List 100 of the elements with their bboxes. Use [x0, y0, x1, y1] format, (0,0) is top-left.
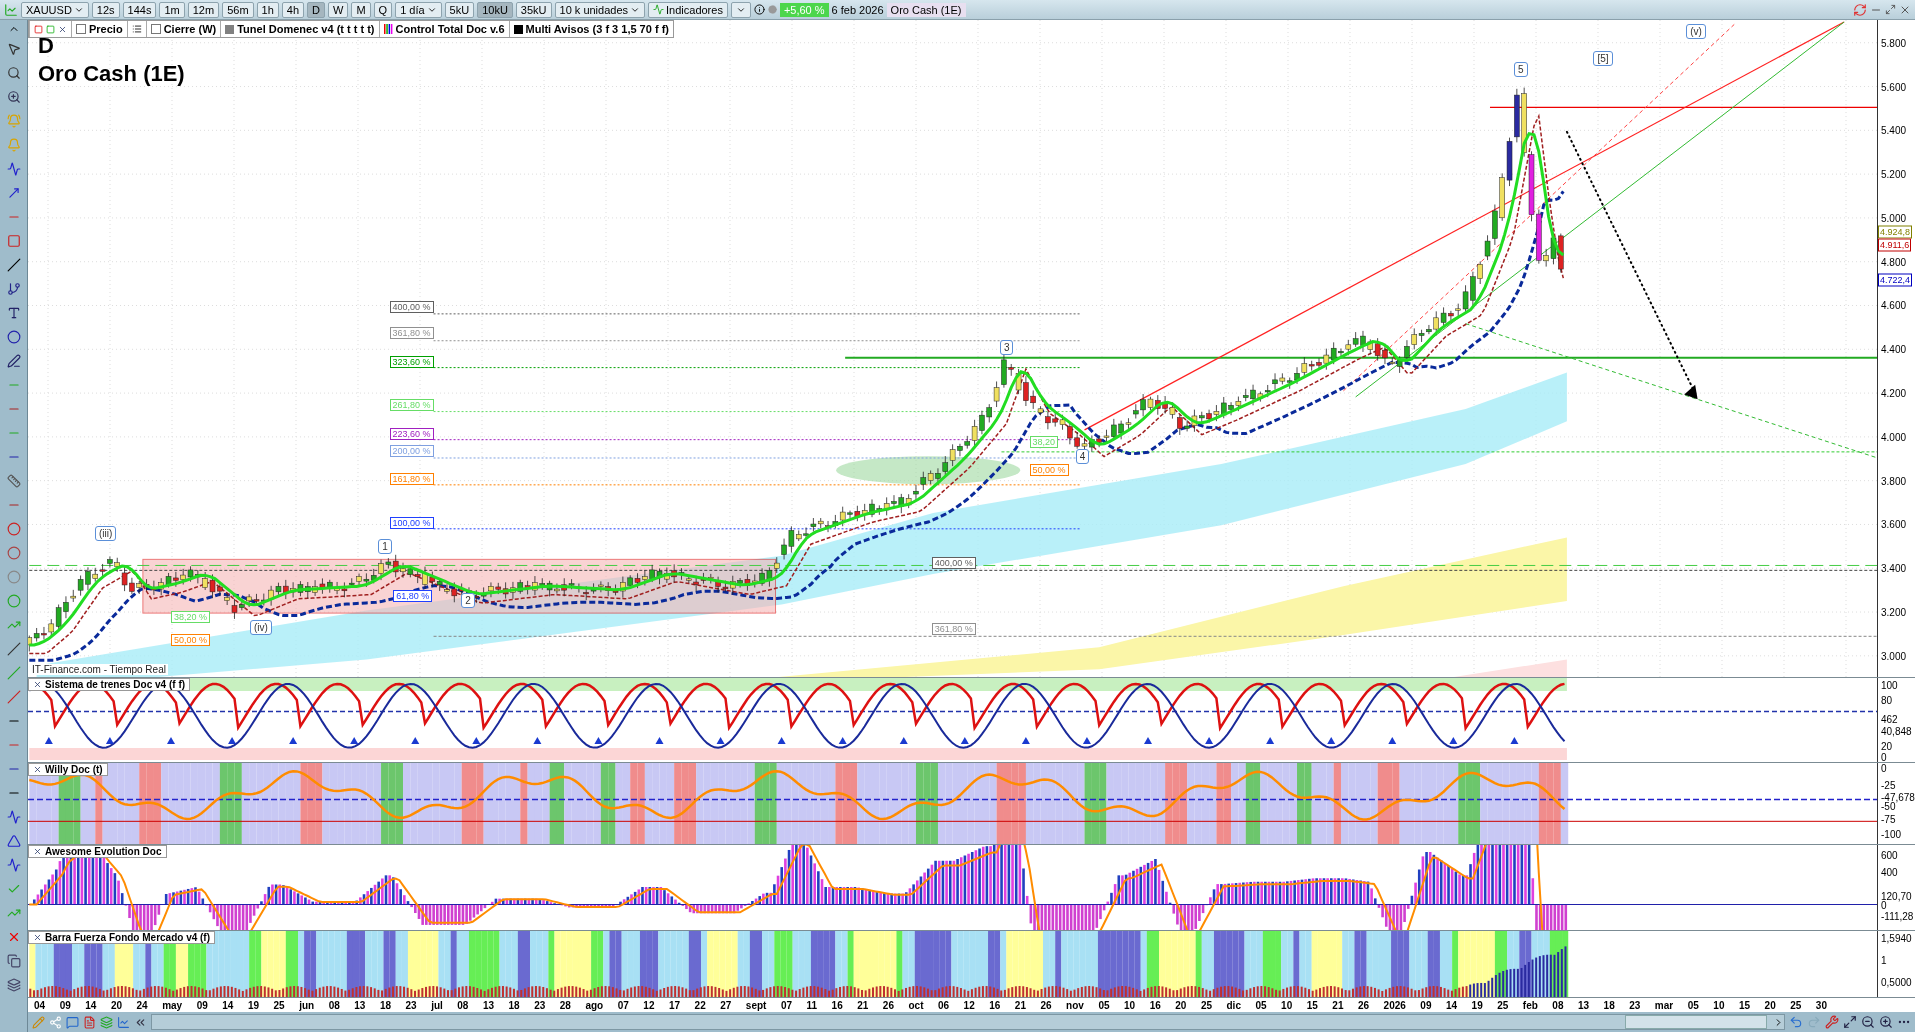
zoom-fit-icon[interactable] — [1843, 1015, 1857, 1029]
indicator-label[interactable]: Control Total Doc v.6 — [378, 21, 509, 37]
timeframe-button[interactable]: 12m — [187, 1, 220, 18]
instrument-label: Oro Cash (1E) — [886, 2, 966, 17]
timeframe-button[interactable]: W — [328, 1, 349, 18]
price-tag: 4.911,6 — [1878, 238, 1912, 252]
time-label: 13 — [482, 999, 495, 1011]
close-icon[interactable] — [58, 24, 67, 34]
chart-icon[interactable] — [4, 2, 18, 17]
close-icon[interactable] — [33, 847, 42, 856]
fibonacci-label: 61,80 % — [393, 590, 433, 602]
timeframe-button[interactable]: M — [351, 1, 371, 18]
fibonacci-label: 361,80 % — [389, 327, 434, 340]
undo-icon[interactable] — [1789, 1015, 1803, 1029]
chart-title: Oro Cash (1E) — [38, 60, 185, 88]
time-label: 30 — [1815, 999, 1827, 1011]
time-label: 09 — [1420, 999, 1432, 1011]
share-icon[interactable] — [49, 1015, 62, 1029]
time-label: 08 — [1552, 999, 1564, 1011]
axis-label: 20 — [1881, 740, 1893, 752]
indicators-button[interactable]: Indicadores — [648, 1, 728, 18]
change-badge: +5,60 % — [779, 2, 829, 17]
axis-label: 4.800 — [1881, 256, 1907, 268]
time-label: 19 — [247, 999, 259, 1011]
unit-button[interactable]: 35kU — [515, 1, 552, 18]
fibonacci-label: 400,00 % — [389, 300, 434, 313]
time-label: 13 — [354, 999, 366, 1011]
zoom-in-icon[interactable] — [1879, 1015, 1893, 1029]
chart-line-icon — [653, 4, 665, 15]
time-label: may — [162, 999, 183, 1011]
fibonacci-label: 223,60 % — [389, 427, 434, 440]
time-label: 13 — [1577, 999, 1590, 1011]
time-label: 14 — [85, 999, 97, 1011]
document-icon[interactable] — [83, 1015, 96, 1029]
time-label: 19 — [1471, 999, 1483, 1011]
axis-label: 462 — [1881, 713, 1898, 725]
time-label: 21 — [857, 999, 869, 1011]
timeframe-button[interactable]: D — [307, 1, 325, 18]
wave-label: 4 — [1075, 448, 1090, 464]
time-label: 21 — [1014, 999, 1026, 1011]
close-icon[interactable] — [33, 933, 42, 942]
indicator-toggle[interactable]: Cierre (W) — [145, 21, 221, 37]
unit-button[interactable]: 10kU — [477, 1, 513, 18]
time-label: 22 — [694, 999, 706, 1011]
panel-title-text: Barra Fuerza Fondo Mercado v4 (f) — [45, 932, 211, 943]
info-icon[interactable] — [753, 4, 765, 15]
timeframe-button[interactable]: 144s — [122, 1, 157, 18]
timeframe-button[interactable]: Q — [373, 1, 393, 18]
period-dropdown[interactable]: 1 día — [395, 1, 442, 18]
timeframe-button[interactable]: 1m — [159, 1, 185, 18]
scroll-right-icon[interactable] — [1773, 1016, 1784, 1028]
indicator-label[interactable]: Tunel Domenec v4 (t t t t t) — [220, 21, 379, 37]
scrollbar[interactable] — [151, 1014, 1785, 1030]
axis-label: 4.200 — [1881, 387, 1907, 399]
scroll-thumb[interactable] — [1625, 1015, 1767, 1029]
status-dot-icon — [767, 5, 777, 14]
time-label: 26 — [1357, 999, 1370, 1011]
refresh-icon[interactable] — [1853, 2, 1867, 17]
symbol-dropdown[interactable]: XAUUSD — [21, 1, 89, 18]
close-icon[interactable] — [33, 680, 42, 689]
time-label: 07 — [780, 999, 793, 1011]
wave-label: (iv) — [250, 619, 272, 635]
time-label: nov — [1066, 999, 1084, 1011]
timeframe-label: D — [38, 32, 55, 60]
indicator-toggle[interactable]: Precio — [71, 21, 127, 37]
close-icon[interactable] — [33, 765, 42, 774]
time-label: 15 — [1738, 999, 1751, 1011]
timeframe-button[interactable]: 12s — [91, 1, 120, 18]
checkbox[interactable] — [150, 24, 161, 34]
axis-label: 5.400 — [1881, 124, 1907, 136]
time-label: 20 — [1764, 999, 1776, 1011]
restore-icon[interactable] — [1885, 4, 1896, 15]
panel-title-text: Sistema de trenes Doc v4 (f f) — [45, 679, 186, 690]
fibonacci-label: 323,60 % — [389, 355, 434, 368]
time-label: 25 — [273, 999, 285, 1011]
timeframe-button[interactable]: 4h — [281, 1, 305, 18]
price-tag: 4.722,4 — [1878, 273, 1913, 287]
fibonacci-label: 38,20 % — [170, 610, 210, 623]
axis-label: 4.600 — [1881, 300, 1907, 311]
chart-icon[interactable] — [117, 1015, 130, 1029]
time-label: 17 — [668, 999, 681, 1011]
wave-label: (v) — [1686, 23, 1706, 39]
wave-label: [5] — [1593, 50, 1613, 66]
time-label: sept — [745, 999, 767, 1011]
comment-icon[interactable] — [66, 1015, 79, 1029]
axis-label: -100 — [1881, 828, 1901, 839]
checkbox[interactable] — [76, 24, 86, 34]
zoom-out-icon[interactable] — [1861, 1015, 1875, 1029]
unit-button[interactable]: 5kU — [444, 1, 475, 18]
axis-label: 3.800 — [1881, 475, 1907, 487]
indicator-label[interactable]: Multi Avisos (3 f 3 1,5 70 f f) — [508, 21, 673, 37]
time-label: 10 — [1124, 999, 1136, 1011]
timeframe-button[interactable]: 56m — [222, 1, 254, 18]
time-label: 07 — [617, 999, 629, 1011]
price-tag: 4.924,8 — [1878, 225, 1913, 239]
unit-size-dropdown[interactable]: 10 k unidades — [554, 1, 646, 18]
axis-label: 3.600 — [1881, 518, 1907, 530]
time-label: 10 — [1713, 999, 1725, 1011]
axis-label: 3.000 — [1881, 650, 1907, 662]
timeframe-button[interactable]: 1h — [256, 1, 279, 18]
